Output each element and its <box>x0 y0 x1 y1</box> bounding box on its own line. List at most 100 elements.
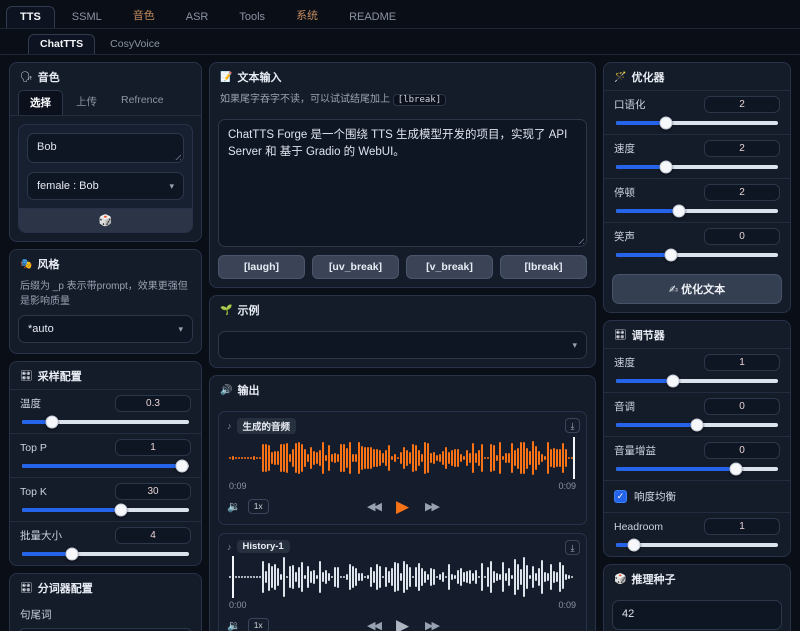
style-select[interactable]: *auto ▾ <box>18 315 193 343</box>
token-buttons: [laugh] [uv_break] [v_break] [lbreak] <box>218 255 587 279</box>
slider-track[interactable] <box>616 467 778 471</box>
skip-forward-button[interactable]: ▶▶ <box>425 500 438 513</box>
slider-value-input[interactable]: 0.3 <box>115 395 191 412</box>
voice-tab-select[interactable]: 选择 <box>18 90 63 115</box>
seed-input[interactable]: 42 <box>612 600 782 630</box>
examples-select[interactable]: ▾ <box>218 331 587 359</box>
slider-track[interactable] <box>22 464 189 468</box>
slider-track[interactable] <box>616 543 778 547</box>
play-button[interactable]: ▶ <box>396 498 409 515</box>
slider-temperature: 温度 0.3 <box>10 389 201 433</box>
slider-thumb[interactable] <box>673 205 686 218</box>
token-laugh-button[interactable]: [laugh] <box>218 255 305 279</box>
duration: 0:09 <box>558 481 576 491</box>
slider-thumb[interactable] <box>66 548 79 561</box>
sampling-card-header: 🎛 采样配置 <box>10 362 201 389</box>
token-uv-break-button[interactable]: [uv_break] <box>312 255 399 279</box>
resize-handle-icon[interactable] <box>174 153 181 160</box>
spliter-card-header: 🎛 分词器配置 <box>10 574 201 601</box>
slider-track[interactable] <box>22 508 189 512</box>
tab-chattts[interactable]: ChatTTS <box>28 34 95 54</box>
slider-thumb[interactable] <box>114 504 127 517</box>
voice-name-input[interactable]: Bob <box>27 133 184 163</box>
slider-thumb[interactable] <box>691 419 704 432</box>
skip-back-button[interactable]: ◀◀ <box>367 500 380 513</box>
optimize-text-label: 优化文本 <box>681 284 725 296</box>
slider-thumb[interactable] <box>660 161 673 174</box>
download-icon[interactable]: ⤓ <box>565 418 580 433</box>
slider-thumb[interactable] <box>660 117 673 130</box>
token-v-break-button[interactable]: [v_break] <box>406 255 493 279</box>
slider-value-input[interactable]: 0 <box>704 442 780 459</box>
resize-handle-icon[interactable] <box>577 237 584 244</box>
slider-value-input[interactable]: 1 <box>704 518 780 535</box>
tab-readme[interactable]: README <box>335 6 410 28</box>
slider-speed-refine: 速度 2 <box>604 134 790 178</box>
chattts-forge-app: TTS SSML 音色 ASR Tools 系统 README ChatTTS … <box>0 0 800 631</box>
token-lbreak-button[interactable]: [lbreak] <box>500 255 587 279</box>
waveform[interactable] <box>229 556 576 598</box>
voice-icon: 🗣 <box>20 72 33 83</box>
slider-value-input[interactable]: 4 <box>115 527 191 544</box>
left-column: 🗣 音色 选择 上传 Refrence Bob female <box>9 62 202 631</box>
slider-thumb[interactable] <box>729 463 742 476</box>
slider-thumb[interactable] <box>46 416 59 429</box>
slider-value-input[interactable]: 2 <box>704 140 780 157</box>
tts-text-value: ChatTTS Forge 是一个围绕 TTS 生成模型开发的项目，实现了 AP… <box>228 129 567 158</box>
eos-label: 句尾词 <box>10 601 201 624</box>
volume-icon[interactable]: 🔉 <box>227 619 241 631</box>
sampling-card: 🎛 采样配置 温度 0.3 Top P 1 <box>9 361 202 566</box>
tab-cosyvoice[interactable]: CosyVoice <box>98 34 172 54</box>
slider-thumb[interactable] <box>665 249 678 262</box>
slider-track[interactable] <box>616 423 778 427</box>
model-tabbar: ChatTTS CosyVoice <box>0 29 800 55</box>
text-input-title: 文本输入 <box>237 69 281 85</box>
slider-track[interactable] <box>22 552 189 556</box>
tts-text-input[interactable]: ChatTTS Forge 是一个围绕 TTS 生成模型开发的项目，实现了 AP… <box>218 119 587 247</box>
slider-value-input[interactable]: 0 <box>704 228 780 245</box>
slider-thumb[interactable] <box>627 539 640 552</box>
play-button[interactable]: ▶ <box>396 617 409 631</box>
voice-tab-upload[interactable]: 上传 <box>65 90 108 115</box>
tab-system[interactable]: 系统 <box>282 2 332 28</box>
optimize-text-button[interactable]: ✍ 优化文本 <box>612 274 782 304</box>
tab-voice[interactable]: 音色 <box>119 2 169 28</box>
slider-track[interactable] <box>616 121 778 125</box>
playback-rate-button[interactable]: 1x <box>248 618 269 631</box>
slider-track[interactable] <box>616 165 778 169</box>
music-note-icon: ♪ <box>227 542 232 552</box>
slider-track[interactable] <box>616 253 778 257</box>
sampling-card-title: 采样配置 <box>38 368 82 384</box>
waveform[interactable] <box>229 437 576 479</box>
skip-forward-button[interactable]: ▶▶ <box>425 619 438 631</box>
slider-value-input[interactable]: 2 <box>704 184 780 201</box>
voice-random-button[interactable]: 🎲 <box>19 208 192 232</box>
slider-value-input[interactable]: 1 <box>704 354 780 371</box>
tab-tools[interactable]: Tools <box>225 6 279 28</box>
download-icon[interactable]: ⤓ <box>565 540 580 555</box>
slider-value-input[interactable]: 30 <box>115 483 191 500</box>
slider-thumb[interactable] <box>176 460 189 473</box>
style-select-value: *auto <box>28 323 54 335</box>
text-input-icon: 📝 <box>220 72 232 83</box>
middle-column: 📝 文本输入 如果尾字吞字不读，可以试试结尾加上 [lbreak] ChatTT… <box>209 62 596 631</box>
tab-tts[interactable]: TTS <box>6 6 55 28</box>
voice-tab-reference[interactable]: Refrence <box>110 90 175 115</box>
slider-value-input[interactable]: 1 <box>115 439 191 456</box>
playback-rate-button[interactable]: 1x <box>248 499 269 514</box>
slider-track[interactable] <box>616 209 778 213</box>
loudness-eq-checkbox[interactable]: ✓ <box>614 490 627 503</box>
slider-value-input[interactable]: 2 <box>704 96 780 113</box>
slider-track[interactable] <box>616 379 778 383</box>
slider-track[interactable] <box>22 420 189 424</box>
skip-back-button[interactable]: ◀◀ <box>367 619 380 631</box>
slider-thumb[interactable] <box>666 375 679 388</box>
adjuster-icon: 🎛 <box>614 330 627 341</box>
volume-icon[interactable]: 🔉 <box>227 500 241 513</box>
tab-asr[interactable]: ASR <box>172 6 223 28</box>
tab-ssml[interactable]: SSML <box>58 6 116 28</box>
text-input-header: 📝 文本输入 <box>210 63 595 90</box>
slider-value-input[interactable]: 0 <box>704 398 780 415</box>
voice-select[interactable]: female : Bob ▾ <box>27 172 184 200</box>
text-input-hint: 如果尾字吞字不读，可以试试结尾加上 [lbreak] <box>210 90 595 111</box>
